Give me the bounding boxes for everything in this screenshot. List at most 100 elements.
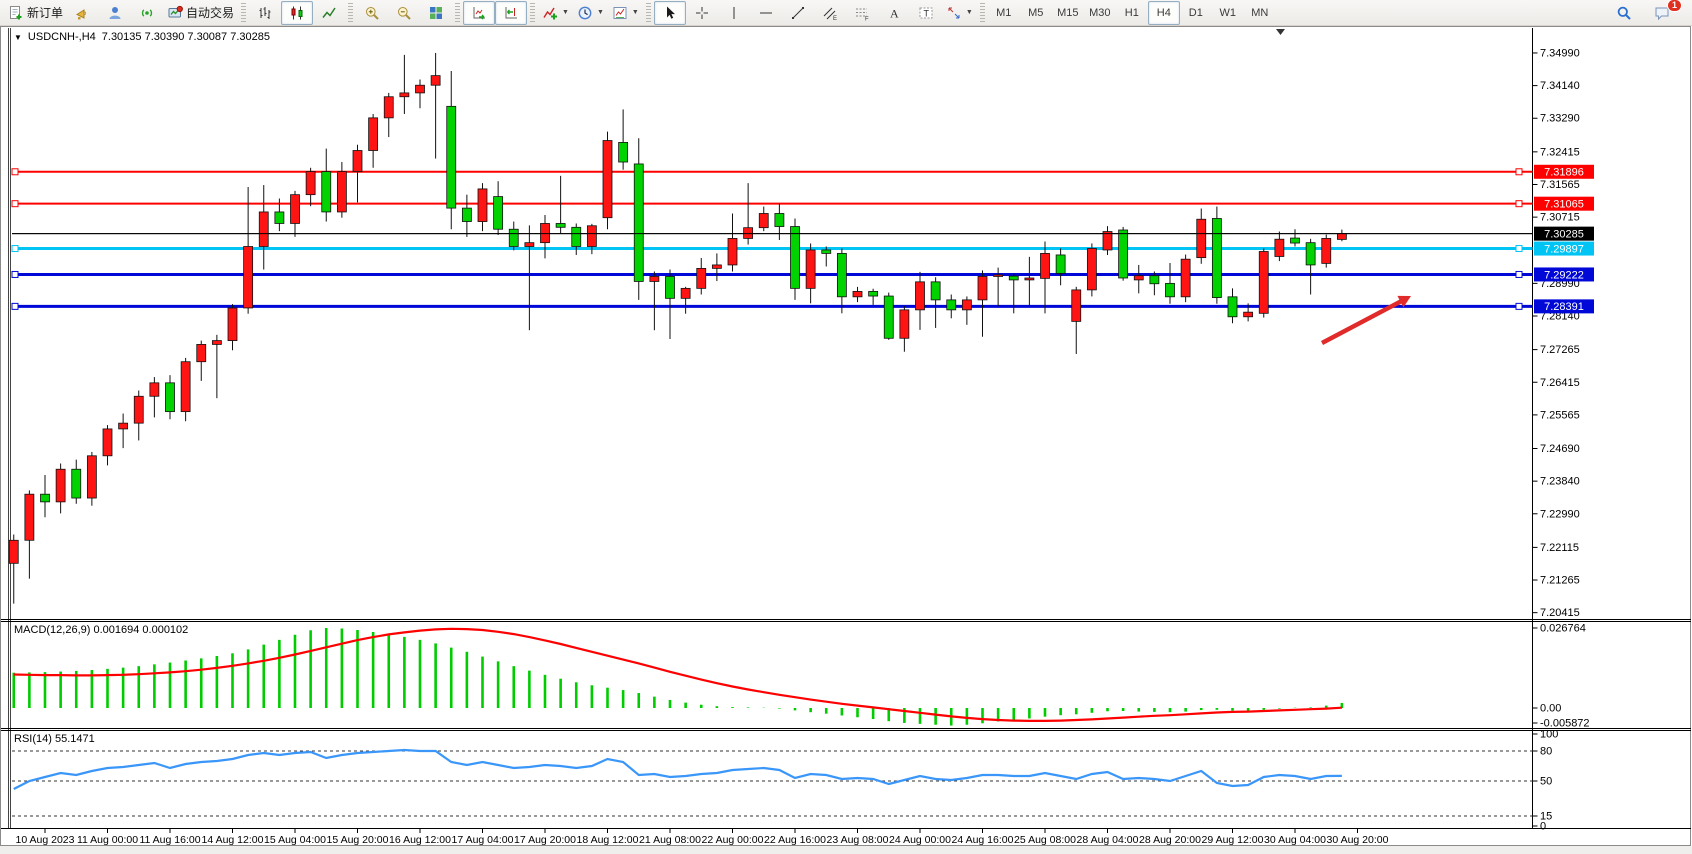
periods-button[interactable]: ▼	[573, 1, 608, 25]
macd-axis-label: 0.00	[1540, 703, 1561, 715]
arrows-button[interactable]: ▼	[942, 1, 977, 25]
time-axis-label: 10 Aug 2023	[16, 834, 75, 846]
equidistant-channel-button[interactable]: E	[814, 1, 846, 25]
candle-body	[1119, 230, 1128, 278]
line-handle[interactable]	[1516, 271, 1522, 277]
trendline-button[interactable]	[782, 1, 814, 25]
candle-body	[1244, 312, 1253, 317]
horn-icon	[75, 5, 91, 21]
text-label-button[interactable]: T	[910, 1, 942, 25]
tf-h4-button[interactable]: H4	[1148, 1, 1180, 25]
price-label-text: 7.30285	[1544, 228, 1584, 240]
candle-body	[322, 172, 331, 212]
candle-body	[1337, 234, 1346, 240]
candle-body	[87, 456, 96, 498]
bar-chart-button[interactable]	[249, 1, 281, 25]
tf-m30-button[interactable]: M30	[1084, 1, 1116, 25]
time-axis-label: 16 Aug 12:00	[389, 834, 451, 846]
crosshair-button[interactable]	[686, 1, 718, 25]
line-handle[interactable]	[1516, 201, 1522, 207]
horizontal-line-button[interactable]	[750, 1, 782, 25]
time-axis-label: 17 Aug 20:00	[514, 834, 576, 846]
zoom-in-button[interactable]	[356, 1, 388, 25]
signals-button[interactable]	[131, 1, 163, 25]
candle-body	[1087, 248, 1096, 289]
templates-button[interactable]: ▼	[608, 1, 643, 25]
line-chart-button[interactable]	[313, 1, 345, 25]
tf-d1-button[interactable]: D1	[1180, 1, 1212, 25]
tf-mn-label: MN	[1251, 7, 1268, 19]
candle-body	[431, 76, 440, 86]
profile-button[interactable]	[99, 1, 131, 25]
new-order-button[interactable]: 新订单	[4, 1, 67, 25]
person-icon	[107, 5, 123, 21]
zoom-out-button[interactable]	[388, 1, 420, 25]
chevron-down-icon[interactable]: ▼	[966, 9, 973, 16]
indicator-icon	[542, 5, 558, 21]
line-handle[interactable]	[12, 201, 18, 207]
candle-body	[9, 540, 18, 563]
line-handle[interactable]	[12, 169, 18, 175]
candle-body	[994, 275, 1003, 277]
time-axis-label: 11 Aug 00:00	[77, 834, 138, 846]
vline-icon	[726, 5, 742, 21]
candle-body	[478, 189, 487, 222]
chart-canvas[interactable]: 7.349907.341407.332907.324157.315657.307…	[0, 26, 1692, 854]
candle-body	[1025, 278, 1034, 280]
chevron-down-icon[interactable]: ▼	[597, 9, 604, 16]
time-axis-label: 22 Aug 16:00	[764, 834, 826, 846]
tf-m15-button[interactable]: M15	[1052, 1, 1084, 25]
tf-mn-button[interactable]: MN	[1244, 1, 1276, 25]
candle-body	[1103, 232, 1112, 250]
time-axis-label: 15 Aug 04:00	[264, 834, 326, 846]
chevron-down-icon[interactable]: ▼	[562, 9, 569, 16]
tf-w1-button[interactable]: W1	[1212, 1, 1244, 25]
chevron-down-icon[interactable]: ▼	[632, 9, 639, 16]
chart-window: 7.349907.341407.332907.324157.315657.307…	[0, 26, 1692, 854]
line-handle[interactable]	[1516, 169, 1522, 175]
candle-body	[900, 310, 909, 338]
candle-body	[728, 238, 737, 264]
time-axis-label: 14 Aug 12:00	[202, 834, 264, 846]
candle-body	[1275, 239, 1284, 256]
macd-axis-label: 0.026764	[1540, 622, 1586, 634]
line-handle[interactable]	[12, 271, 18, 277]
line-handle[interactable]	[1516, 303, 1522, 309]
candle-body	[759, 213, 768, 227]
line-handle[interactable]	[12, 246, 18, 252]
chart-shift-button[interactable]	[495, 1, 527, 25]
candle-body	[400, 93, 409, 97]
cursor-icon	[662, 5, 678, 21]
bars-icon	[257, 5, 273, 21]
candle-body	[1009, 276, 1018, 280]
notifications-button[interactable]: 1	[1646, 1, 1678, 25]
vertical-line-button[interactable]	[718, 1, 750, 25]
zoomout-icon	[396, 5, 412, 21]
tf-m5-button[interactable]: M5	[1020, 1, 1052, 25]
market-alert-button[interactable]	[67, 1, 99, 25]
candle-body	[416, 85, 425, 93]
line-handle[interactable]	[12, 303, 18, 309]
auto-trading-button[interactable]: 自动交易	[163, 1, 238, 25]
candle-body	[103, 429, 112, 456]
indicators-button[interactable]: ▼	[538, 1, 573, 25]
candle-body	[181, 362, 190, 412]
cursor-button[interactable]	[654, 1, 686, 25]
tf-h1-button[interactable]: H1	[1116, 1, 1148, 25]
tile-windows-button[interactable]	[420, 1, 452, 25]
auto-scroll-button[interactable]	[463, 1, 495, 25]
price-tick-label: 7.25565	[1540, 409, 1580, 421]
candlestick-chart-button[interactable]	[281, 1, 313, 25]
candle-body	[134, 396, 143, 423]
line-handle[interactable]	[1516, 246, 1522, 252]
candle-body	[462, 208, 471, 221]
new-order-label: 新订单	[27, 4, 63, 21]
price-tick-label: 7.34140	[1540, 80, 1580, 92]
text-button[interactable]: A	[878, 1, 910, 25]
template-icon	[612, 5, 628, 21]
time-axis-label: 24 Aug 16:00	[952, 834, 1014, 846]
fibonacci-button[interactable]: F	[846, 1, 878, 25]
price-tick-label: 7.23840	[1540, 476, 1580, 488]
search-button[interactable]	[1608, 1, 1640, 25]
tf-m1-button[interactable]: M1	[988, 1, 1020, 25]
